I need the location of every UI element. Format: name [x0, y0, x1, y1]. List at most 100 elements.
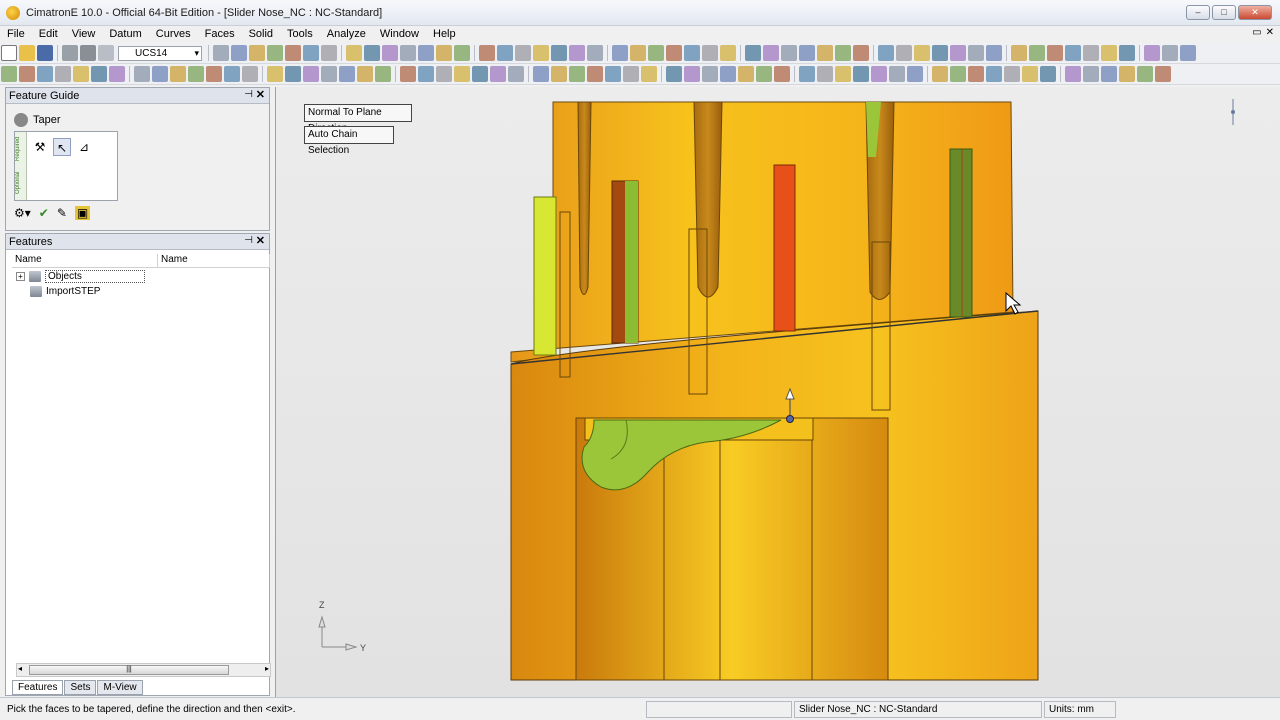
tool-icon[interactable]: [321, 66, 337, 82]
tool-icon[interactable]: [188, 66, 204, 82]
new-file-icon[interactable]: [1, 45, 17, 61]
tool-icon[interactable]: [206, 66, 222, 82]
tool-icon[interactable]: [1144, 45, 1160, 61]
tool-icon[interactable]: [375, 66, 391, 82]
tool-icon[interactable]: [756, 66, 772, 82]
tool-icon[interactable]: [587, 45, 603, 61]
tool-icon[interactable]: [285, 66, 301, 82]
tool-icon[interactable]: [781, 45, 797, 61]
tool-icon[interactable]: [1137, 66, 1153, 82]
pin-icon[interactable]: ⊣: [244, 89, 253, 100]
tool-icon[interactable]: [605, 66, 621, 82]
tool-icon[interactable]: [1, 66, 17, 82]
menu-curves[interactable]: Curves: [149, 26, 198, 43]
ucs-select[interactable]: UCS14: [118, 45, 202, 61]
tool-icon[interactable]: [720, 66, 736, 82]
tool-icon[interactable]: [55, 66, 71, 82]
tool-icon[interactable]: [853, 66, 869, 82]
tool-icon[interactable]: [1119, 45, 1135, 61]
part-model[interactable]: Z Y: [276, 87, 1280, 697]
tool-icon[interactable]: [914, 45, 930, 61]
apply-icon[interactable]: ✔: [39, 206, 49, 220]
tool-icon[interactable]: [1083, 66, 1099, 82]
tool-icon[interactable]: [551, 45, 567, 61]
menu-file[interactable]: File: [0, 26, 32, 43]
tool-icon[interactable]: [303, 66, 319, 82]
column-name-2[interactable]: Name: [158, 254, 270, 267]
tool-icon[interactable]: [720, 45, 736, 61]
tool-icon[interactable]: [454, 45, 470, 61]
direction-step-icon[interactable]: ↖: [53, 138, 71, 156]
tool-icon[interactable]: [1004, 66, 1020, 82]
tool-icon[interactable]: [37, 66, 53, 82]
tool-icon[interactable]: [1022, 66, 1038, 82]
tool-icon[interactable]: [1119, 66, 1135, 82]
tool-icon[interactable]: [1101, 45, 1117, 61]
pin-icon[interactable]: ⊣: [244, 235, 253, 246]
tool-icon[interactable]: [932, 66, 948, 82]
tool-icon[interactable]: [835, 66, 851, 82]
tool-icon[interactable]: [1101, 66, 1117, 82]
mdi-restore-button[interactable]: ▭: [1252, 27, 1261, 38]
tool-icon[interactable]: [231, 45, 247, 61]
tool-icon[interactable]: [134, 66, 150, 82]
tool-icon[interactable]: [907, 66, 923, 82]
menu-view[interactable]: View: [65, 26, 103, 43]
tool-icon[interactable]: [1065, 45, 1081, 61]
tool-icon[interactable]: [1011, 45, 1027, 61]
tool-icon[interactable]: [267, 66, 283, 82]
tool-icon[interactable]: [986, 66, 1002, 82]
tool-icon[interactable]: [871, 66, 887, 82]
tool-icon[interactable]: [817, 45, 833, 61]
open-folder-icon[interactable]: [19, 45, 35, 61]
tool-icon[interactable]: [1162, 45, 1178, 61]
column-name-1[interactable]: Name: [12, 254, 158, 267]
optional-tab[interactable]: Optional: [15, 166, 21, 200]
tool-icon[interactable]: [170, 66, 186, 82]
expand-icon[interactable]: +: [16, 272, 25, 281]
close-button[interactable]: ✕: [1238, 5, 1272, 20]
tool-icon[interactable]: [896, 45, 912, 61]
tool-icon[interactable]: [418, 66, 434, 82]
tool-icon[interactable]: [950, 66, 966, 82]
menu-solid[interactable]: Solid: [242, 26, 280, 43]
tool-icon[interactable]: [533, 66, 549, 82]
tool-icon[interactable]: [1047, 45, 1063, 61]
tool-icon[interactable]: [968, 45, 984, 61]
ucs-icon[interactable]: [98, 45, 114, 61]
tool-icon[interactable]: [702, 66, 718, 82]
tool-icon[interactable]: [684, 66, 700, 82]
tool-icon[interactable]: [242, 66, 258, 82]
tool-icon[interactable]: [382, 45, 398, 61]
tool-icon[interactable]: [109, 66, 125, 82]
tool-icon[interactable]: [569, 45, 585, 61]
tool-icon[interactable]: [648, 45, 664, 61]
tool-icon[interactable]: [968, 66, 984, 82]
tool-icon[interactable]: [853, 45, 869, 61]
tool-icon[interactable]: [73, 66, 89, 82]
tool-icon[interactable]: [418, 45, 434, 61]
menu-datum[interactable]: Datum: [102, 26, 148, 43]
tool-icon[interactable]: [213, 45, 229, 61]
save-icon[interactable]: [37, 45, 53, 61]
tool-icon[interactable]: [889, 66, 905, 82]
menu-help[interactable]: Help: [426, 26, 463, 43]
tool-icon[interactable]: [666, 45, 682, 61]
tool-icon[interactable]: [1029, 45, 1045, 61]
auto-chain-button[interactable]: Auto Chain Selection: [304, 126, 394, 156]
tool-icon[interactable]: [1155, 66, 1171, 82]
tool-icon[interactable]: [1040, 66, 1056, 82]
tool-icon[interactable]: [346, 45, 362, 61]
tab-mview[interactable]: M-View: [97, 680, 143, 695]
tool-icon[interactable]: [91, 66, 107, 82]
tool-icon[interactable]: [587, 66, 603, 82]
tool-icon[interactable]: [612, 45, 628, 61]
tool-icon[interactable]: [479, 45, 495, 61]
horizontal-scrollbar[interactable]: ◂ ||| ▸: [16, 663, 271, 677]
tool-icon[interactable]: [950, 45, 966, 61]
select-faces-step-icon[interactable]: ⚒: [31, 138, 49, 156]
tool-icon[interactable]: [249, 45, 265, 61]
tool-icon[interactable]: [224, 66, 240, 82]
tool-icon[interactable]: [472, 66, 488, 82]
tool-icon[interactable]: [1065, 66, 1081, 82]
